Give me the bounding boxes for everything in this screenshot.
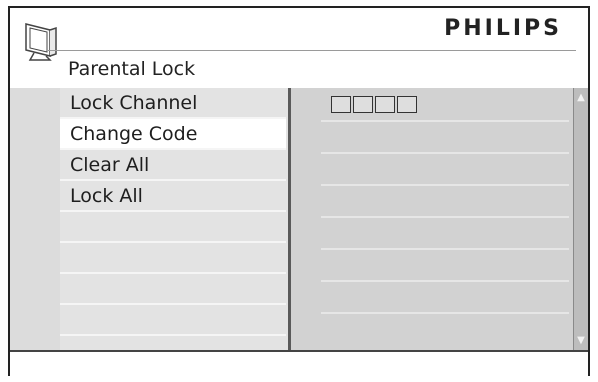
menu-list: Lock Channel Change Code Clear All Lock …	[60, 88, 288, 350]
detail-panel	[291, 88, 573, 350]
code-digit-box[interactable]	[331, 96, 351, 113]
code-digit-box[interactable]	[397, 96, 417, 113]
menu-item-lock-all[interactable]: Lock All	[60, 181, 286, 212]
detail-row	[321, 248, 569, 250]
menu-item-clear-all[interactable]: Clear All	[60, 150, 286, 181]
detail-row	[321, 280, 569, 282]
osd-window: PHILIPS Parental Lock Lock Channel Chang…	[8, 6, 590, 376]
tv-icon	[25, 23, 57, 61]
header-rule	[48, 50, 576, 51]
scroll-up-icon[interactable]: ▲	[574, 92, 588, 103]
brand-logo: PHILIPS	[444, 16, 562, 41]
menu-item-empty	[60, 305, 286, 336]
code-digit-box[interactable]	[375, 96, 395, 113]
content-area: Lock Channel Change Code Clear All Lock …	[10, 88, 588, 350]
page-title: Parental Lock	[68, 58, 196, 80]
detail-row	[321, 120, 569, 122]
header: PHILIPS Parental Lock	[10, 8, 588, 88]
detail-row	[321, 184, 569, 186]
menu-item-change-code[interactable]: Change Code	[60, 119, 286, 150]
menu-item-empty	[60, 274, 286, 305]
detail-row	[321, 312, 569, 314]
detail-row	[321, 216, 569, 218]
code-digit-box[interactable]	[353, 96, 373, 113]
code-entry[interactable]	[331, 96, 419, 113]
detail-row	[321, 152, 569, 154]
footer-bar	[10, 350, 588, 376]
left-margin	[10, 88, 60, 350]
scrollbar[interactable]: ▲ ▼	[573, 88, 588, 350]
menu-item-lock-channel[interactable]: Lock Channel	[60, 88, 286, 119]
scroll-down-icon[interactable]: ▼	[574, 335, 588, 346]
menu-item-empty	[60, 212, 286, 243]
menu-item-empty	[60, 243, 286, 274]
